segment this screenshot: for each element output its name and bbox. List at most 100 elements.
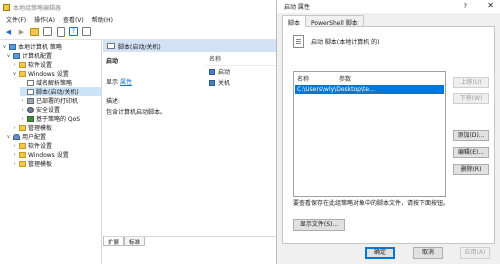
- folder-icon: [19, 142, 26, 149]
- tree-item-label: 软件设置: [28, 143, 53, 150]
- script-row-selected[interactable]: C:\Users\wly\Desktop\te...: [295, 85, 444, 94]
- panel-header: 启动 脚本(本地计算机 的): [293, 35, 380, 48]
- chevron-right-icon[interactable]: ›: [20, 107, 25, 113]
- show-properties-line: 显示 属性: [106, 77, 202, 86]
- gpe-toolbar: ◀ ▶ ?: [0, 24, 276, 40]
- tree-item-label: 安全设置: [36, 107, 61, 114]
- tree-item[interactable]: › 管理模板: [12, 159, 101, 168]
- properties-icon[interactable]: [82, 27, 91, 36]
- tree-item[interactable]: 脚本(启动/关机): [20, 87, 101, 96]
- tree-item[interactable]: › 安全设置: [20, 105, 101, 114]
- chevron-right-icon[interactable]: ›: [20, 116, 25, 122]
- edit-button[interactable]: 编辑(E)...: [453, 147, 489, 158]
- tree-item[interactable]: › 软件设置: [12, 141, 101, 150]
- move-down-button[interactable]: 下移(W): [453, 93, 489, 104]
- chevron-down-icon[interactable]: ∨: [12, 71, 17, 77]
- list-item-label: 启动: [218, 69, 231, 76]
- help-icon[interactable]: ?: [69, 27, 78, 36]
- move-up-button[interactable]: 上移(U): [453, 77, 489, 88]
- chevron-right-icon[interactable]: ›: [12, 161, 17, 167]
- tree-item[interactable]: › 基于策略的 QoS: [20, 114, 101, 123]
- remove-button[interactable]: 删除(R): [453, 164, 489, 175]
- tree-item[interactable]: ∨ 用户配置: [6, 132, 101, 141]
- show-label: 显示: [106, 79, 119, 86]
- script-icon: [209, 68, 215, 75]
- close-icon[interactable]: ✕: [487, 1, 494, 10]
- menu-help[interactable]: 帮助(H): [92, 15, 113, 24]
- chevron-down-icon[interactable]: ∨: [2, 44, 7, 50]
- chevron-right-icon[interactable]: ›: [12, 62, 17, 68]
- export-list-icon[interactable]: [56, 26, 65, 37]
- script-folder-icon: [107, 43, 115, 49]
- tab-scripts[interactable]: 脚本: [282, 15, 307, 27]
- chevron-right-icon[interactable]: ›: [20, 98, 25, 104]
- tree-item-label: 脚本(启动/关机): [36, 89, 79, 96]
- list-item-label: 关机: [218, 80, 231, 87]
- menu-action[interactable]: 操作(A): [34, 15, 55, 24]
- details-header: 脚本(启动/关机): [103, 40, 276, 52]
- tab-standard[interactable]: 标准: [124, 237, 146, 246]
- cancel-button[interactable]: 取消: [413, 247, 443, 259]
- description-label: 描述:: [106, 98, 121, 105]
- show-hide-tree-icon[interactable]: [43, 27, 52, 36]
- add-button[interactable]: 添加(D)...: [453, 130, 489, 141]
- user-icon: [13, 133, 20, 140]
- tree-item-label: 域名解析策略: [36, 80, 73, 87]
- tree-item[interactable]: ∨ Windows 设置: [12, 69, 101, 78]
- list-item-shutdown[interactable]: 关机: [206, 77, 276, 88]
- tree-item-label: 本地计算机 策略: [18, 44, 62, 51]
- tree-item-label: 已部署的打印机: [36, 98, 79, 105]
- tree-item[interactable]: ∨ 本地计算机 策略: [2, 42, 101, 51]
- gpe-titlebar: 本地组策略编辑器: [0, 0, 276, 14]
- chevron-right-icon[interactable]: ›: [12, 125, 17, 131]
- chevron-down-icon[interactable]: ∨: [6, 134, 11, 140]
- menu-view[interactable]: 查看(V): [63, 15, 84, 24]
- back-arrow-icon[interactable]: ◀: [3, 26, 14, 37]
- folder-up-icon[interactable]: [30, 27, 39, 36]
- tree-item-label: 管理模板: [28, 125, 53, 132]
- folder-icon: [19, 70, 26, 77]
- print-icon: [27, 97, 34, 104]
- list-item-startup[interactable]: 启动: [206, 66, 276, 77]
- show-files-button[interactable]: 显示文件(S)...: [293, 219, 345, 231]
- tree-item[interactable]: › Windows 设置: [12, 150, 101, 159]
- script-list-header: 名称 参数: [294, 72, 445, 85]
- apply-button[interactable]: 应用(A): [460, 247, 490, 259]
- forward-arrow-icon[interactable]: ▶: [16, 26, 27, 37]
- chevron-right-icon[interactable]: ›: [12, 143, 17, 149]
- script-list[interactable]: 名称 参数 C:\Users\wly\Desktop\te...: [293, 71, 446, 197]
- tree-item-label: 计算机配置: [22, 53, 53, 60]
- col-name[interactable]: 名称: [297, 74, 339, 83]
- help-button[interactable]: ?: [464, 2, 467, 10]
- tree-item-label: 管理模板: [28, 161, 53, 168]
- description-text: 包含计算机启动脚本。: [106, 109, 167, 116]
- tree-item-label: 用户配置: [22, 134, 47, 141]
- description-title: 启动: [106, 58, 119, 65]
- ok-button[interactable]: 确定: [365, 247, 395, 259]
- details-header-title: 脚本(启动/关机): [118, 43, 161, 51]
- folder-icon: [19, 151, 26, 158]
- folder-icon: [19, 124, 26, 131]
- tree-item[interactable]: 域名解析策略: [20, 78, 101, 87]
- doc-icon: [27, 79, 34, 86]
- col-params[interactable]: 参数: [339, 74, 351, 83]
- chart-icon: [27, 115, 34, 122]
- chevron-right-icon[interactable]: ›: [12, 152, 17, 158]
- tree-item[interactable]: ∨ 计算机配置: [6, 51, 101, 60]
- folder-icon: [19, 61, 26, 68]
- tab-extended[interactable]: 扩展: [103, 237, 125, 246]
- tree-item[interactable]: › 已部署的打印机: [20, 96, 101, 105]
- script-list-pane: 名称 启动 关机: [206, 52, 276, 232]
- gpe-app-icon: [3, 3, 10, 11]
- chevron-down-icon[interactable]: ∨: [6, 53, 11, 59]
- gpe-details-pane: 脚本(启动/关机) 启动 显示 属性 描述: 包含计算机启动脚本。 名称 启动 …: [103, 40, 276, 264]
- tree-item-label: Windows 设置: [28, 152, 69, 159]
- gpe-menubar: 文件(F) 操作(A) 查看(V) 帮助(H): [0, 14, 276, 24]
- tree-item-label: 基于策略的 QoS: [36, 116, 81, 123]
- properties-link[interactable]: 属性: [120, 79, 132, 86]
- gear-icon: [27, 106, 34, 113]
- column-name-header[interactable]: 名称: [206, 52, 276, 66]
- menu-file[interactable]: 文件(F): [6, 15, 26, 24]
- tree-item[interactable]: › 软件设置: [12, 60, 101, 69]
- tree-item[interactable]: › 管理模板: [12, 123, 101, 132]
